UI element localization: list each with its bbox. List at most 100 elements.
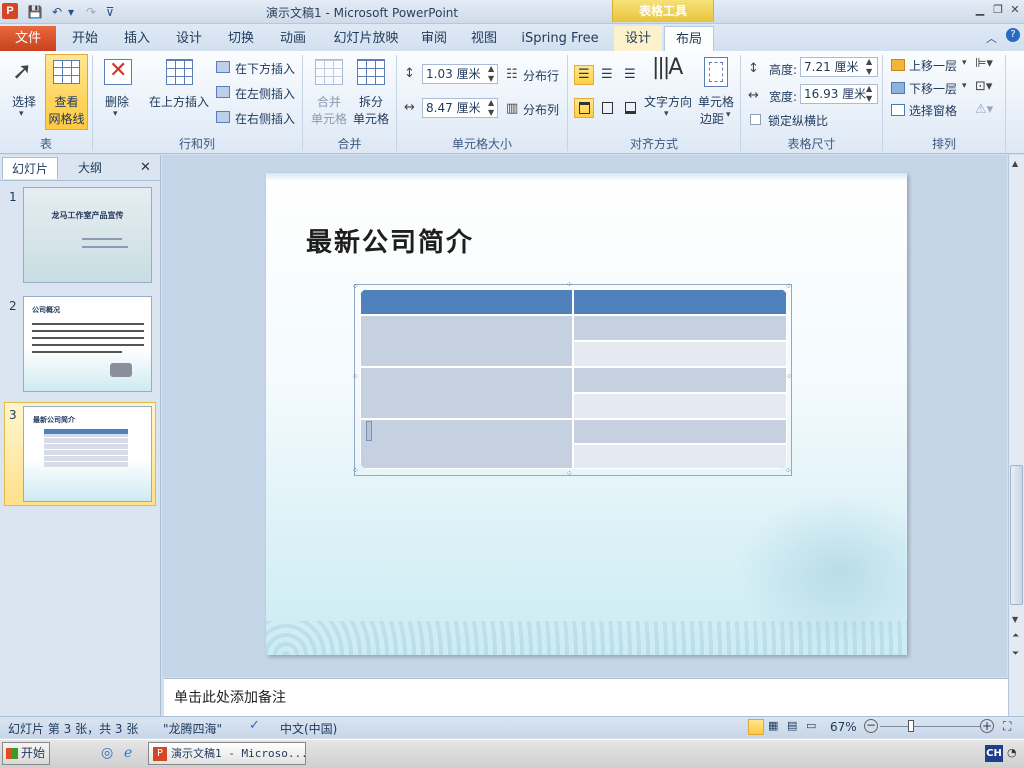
tab-file[interactable]: 文件 — [0, 26, 56, 51]
slide-title[interactable]: 最新公司简介 — [306, 222, 474, 259]
slide-sorter-icon[interactable]: ▦ — [768, 719, 778, 732]
cell-margins-button[interactable]: 单元格 — [696, 93, 736, 110]
tab-view[interactable]: 视图 — [462, 26, 506, 51]
table-cell[interactable] — [360, 367, 573, 419]
table-cell[interactable] — [573, 393, 787, 419]
table-cell[interactable] — [360, 419, 573, 469]
align-right-button[interactable]: ☰ — [620, 65, 640, 85]
table-cell[interactable] — [360, 315, 573, 367]
normal-view-button[interactable] — [748, 719, 764, 735]
fit-to-window-icon[interactable]: ⛶ — [1003, 719, 1011, 734]
tab-slides[interactable]: 幻灯片 — [2, 157, 58, 179]
tab-design[interactable]: 设计 — [166, 26, 212, 51]
insert-below-button[interactable]: 在下方插入 — [235, 60, 295, 77]
customize-toolbar-icon[interactable]: ⊽ — [104, 3, 116, 21]
group-objects-icon[interactable]: ⊡▾ — [975, 79, 992, 94]
next-slide-icon[interactable]: ⏷ — [1012, 649, 1019, 659]
tab-review[interactable]: 审阅 — [412, 26, 456, 51]
table-width-spinner-icon[interactable]: ▲ ▼ — [866, 84, 872, 104]
close-icon[interactable]: ✕ — [1007, 3, 1023, 17]
tab-transitions[interactable]: 切换 — [218, 26, 264, 51]
internet-explorer-icon[interactable]: ℯ — [124, 745, 132, 761]
powerpoint-app-icon[interactable]: P — [2, 3, 18, 19]
tab-outline[interactable]: 大纲 — [60, 157, 120, 179]
cell-width-spinner-icon[interactable]: ▲ ▼ — [488, 98, 494, 118]
delete-button[interactable]: 删除 — [98, 93, 136, 110]
bring-forward-dropdown-icon[interactable]: ▾ — [962, 58, 967, 68]
reading-view-icon[interactable]: ▤ — [787, 719, 797, 732]
slide-thumbnail-3[interactable]: 最新公司简介 — [23, 406, 152, 502]
slide-thumbnail-1[interactable]: 龙马工作室产品宣传 — [23, 187, 152, 283]
undo-icon[interactable]: ↶ — [48, 3, 66, 21]
start-button[interactable]: 开始 — [2, 742, 50, 765]
tab-slideshow[interactable]: 幻灯片放映 — [326, 26, 406, 51]
table-header-cell[interactable] — [360, 289, 573, 315]
align-bottom-button[interactable] — [620, 98, 640, 118]
send-backward-button[interactable]: 下移一层 — [909, 80, 957, 97]
resize-handle[interactable]: ⁘ — [566, 280, 573, 289]
ime-indicator[interactable]: CH — [985, 745, 1003, 762]
tab-table-design[interactable]: 设计 — [614, 26, 662, 51]
spell-check-icon[interactable]: ✓ — [249, 718, 260, 733]
zoom-out-icon[interactable]: − — [864, 719, 878, 733]
distribute-rows-button[interactable]: 分布行 — [523, 67, 559, 84]
insert-left-button[interactable]: 在左侧插入 — [235, 85, 295, 102]
slide-thumbnail-2[interactable]: 公司概况 — [23, 296, 152, 392]
scroll-thumb[interactable] — [1010, 465, 1023, 605]
distribute-columns-button[interactable]: 分布列 — [523, 101, 559, 118]
cell-width-input[interactable]: 8.47 厘米 — [422, 98, 498, 118]
show-desktop-icon[interactable]: ◎ — [101, 745, 113, 761]
table-cell[interactable] — [573, 341, 787, 367]
insert-above-button[interactable]: 在上方插入 — [146, 93, 212, 110]
help-icon[interactable]: ? — [1006, 28, 1020, 42]
tab-ispring[interactable]: iSpring Free — [514, 26, 606, 51]
tab-layout[interactable]: 布局 — [664, 26, 714, 51]
notes-pane[interactable]: 单击此处添加备注 — [164, 678, 1008, 716]
tab-home[interactable]: 开始 — [62, 26, 108, 51]
taskbar-window-powerpoint[interactable]: P 演示文稿1 - Microso... — [148, 742, 306, 765]
cell-height-input[interactable]: 1.03 厘米 — [422, 64, 498, 84]
undo-dropdown-icon[interactable]: ▾ — [66, 3, 76, 21]
table-cell[interactable] — [573, 315, 787, 341]
table-cell[interactable] — [573, 444, 787, 469]
minimize-icon[interactable]: ▁ — [972, 3, 988, 17]
scroll-down-icon[interactable]: ▼ — [1012, 615, 1018, 624]
zoom-slider-thumb[interactable] — [908, 720, 914, 732]
selection-pane-button[interactable]: 选择窗格 — [909, 102, 957, 119]
select-button[interactable]: 选择 — [6, 93, 42, 110]
cell-height-spinner-icon[interactable]: ▲ ▼ — [488, 64, 494, 84]
zoom-in-icon[interactable]: + — [980, 719, 994, 733]
align-objects-icon[interactable]: ⊫▾ — [975, 56, 993, 71]
resize-handle[interactable]: ⁘ — [352, 282, 359, 291]
zoom-slider-track[interactable] — [880, 726, 980, 727]
close-pane-icon[interactable]: ✕ — [140, 160, 151, 175]
align-left-button[interactable]: ☰ — [574, 65, 594, 85]
tab-insert[interactable]: 插入 — [114, 26, 160, 51]
scroll-up-icon[interactable]: ▲ — [1012, 159, 1018, 168]
table-cell[interactable] — [573, 367, 787, 393]
table-cell[interactable] — [573, 419, 787, 444]
resize-handle[interactable]: ⁘ — [566, 469, 573, 478]
resize-handle[interactable]: ⁘ — [352, 466, 359, 475]
language-indicator[interactable]: 中文(中国) — [280, 720, 337, 737]
save-icon[interactable]: 💾 — [26, 3, 44, 21]
previous-slide-icon[interactable]: ⏶ — [1012, 631, 1019, 641]
text-direction-button[interactable]: 文字方向 — [642, 93, 694, 110]
resize-handle[interactable]: ⁘ — [786, 372, 793, 381]
zoom-level[interactable]: 67% — [830, 720, 857, 734]
table-height-spinner-icon[interactable]: ▲ ▼ — [866, 57, 872, 77]
slideshow-view-icon[interactable]: ▭ — [806, 719, 816, 732]
align-middle-button[interactable] — [597, 98, 617, 118]
tab-animations[interactable]: 动画 — [270, 26, 316, 51]
align-top-button[interactable] — [574, 98, 594, 118]
table-header-cell[interactable] — [573, 289, 787, 315]
insert-right-button[interactable]: 在右侧插入 — [235, 110, 295, 127]
minimize-ribbon-icon[interactable]: ︿ — [986, 30, 997, 46]
align-center-button[interactable]: ☰ — [597, 65, 617, 85]
ime-options-icon[interactable]: ◔ — [1007, 746, 1017, 759]
bring-forward-button[interactable]: 上移一层 — [909, 57, 957, 74]
send-backward-dropdown-icon[interactable]: ▾ — [962, 81, 967, 91]
theme-name[interactable]: "龙腾四海" — [163, 720, 222, 737]
slide-table[interactable] — [360, 289, 787, 469]
lock-ratio-checkbox[interactable] — [750, 114, 761, 125]
